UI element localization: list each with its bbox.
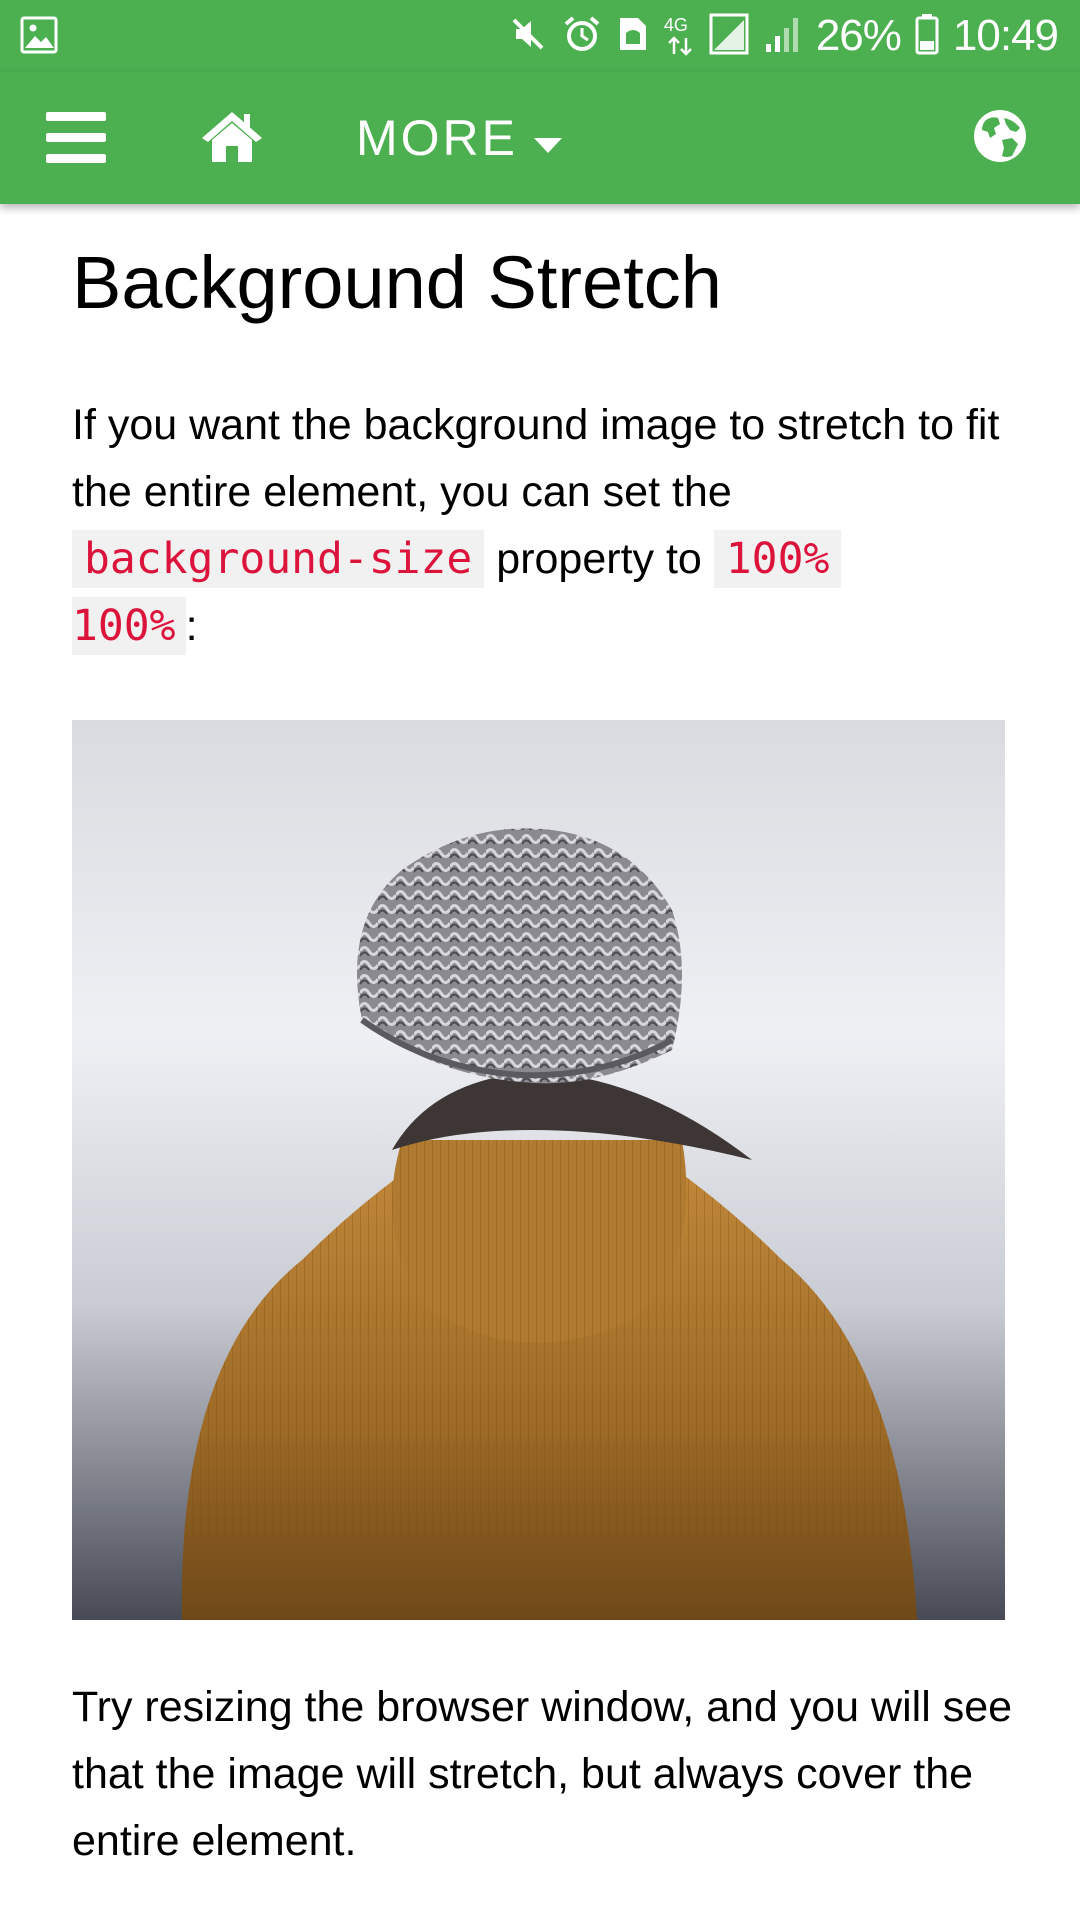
signal-icon <box>708 12 750 61</box>
code-background-size: background-size <box>72 530 485 588</box>
code-value-1: 100% <box>713 530 842 588</box>
code-value-2: 100% <box>72 597 186 655</box>
intro-text-2: property to <box>496 535 702 583</box>
status-bar-left <box>20 16 58 59</box>
alarm-icon <box>562 14 602 59</box>
signal-icon-secondary <box>764 14 802 59</box>
intro-text-3: : <box>185 602 198 650</box>
outro-paragraph: Try resizing the browser window, and you… <box>72 1683 1013 1865</box>
network-4g-icon: 4G <box>664 12 694 60</box>
background-stretch-example-image <box>72 720 1005 1620</box>
clock: 10:49 <box>952 11 1059 60</box>
home-icon[interactable] <box>200 108 264 164</box>
mute-icon <box>508 14 548 59</box>
more-menu-button[interactable]: MORE <box>356 106 564 170</box>
page-title: Background Stretch <box>72 241 722 324</box>
intro-paragraph: If you want the background image to stre… <box>72 392 1032 660</box>
globe-icon[interactable] <box>972 108 1028 164</box>
caret-down-icon <box>532 109 564 167</box>
intro-text-1: If you want the background image to stre… <box>72 401 1000 516</box>
page-content: Background Stretch If you want the backg… <box>0 204 1080 1920</box>
status-bar: 4G 26% 10:49 <box>0 0 1080 72</box>
status-bar-right: 4G 26% 10:49 <box>508 8 1059 64</box>
network-type-label: 4G <box>663 15 688 35</box>
gallery-icon <box>20 16 58 58</box>
top-navigation-bar: MORE <box>0 72 1080 204</box>
app-screen: 4G 26% 10:49 MORE Background Stretch If … <box>0 0 1080 1920</box>
more-menu-label: MORE <box>356 110 518 166</box>
sim-icon <box>616 14 650 59</box>
battery-icon <box>915 13 939 60</box>
battery-percentage: 26% <box>815 11 902 60</box>
menu-icon[interactable] <box>46 112 106 164</box>
